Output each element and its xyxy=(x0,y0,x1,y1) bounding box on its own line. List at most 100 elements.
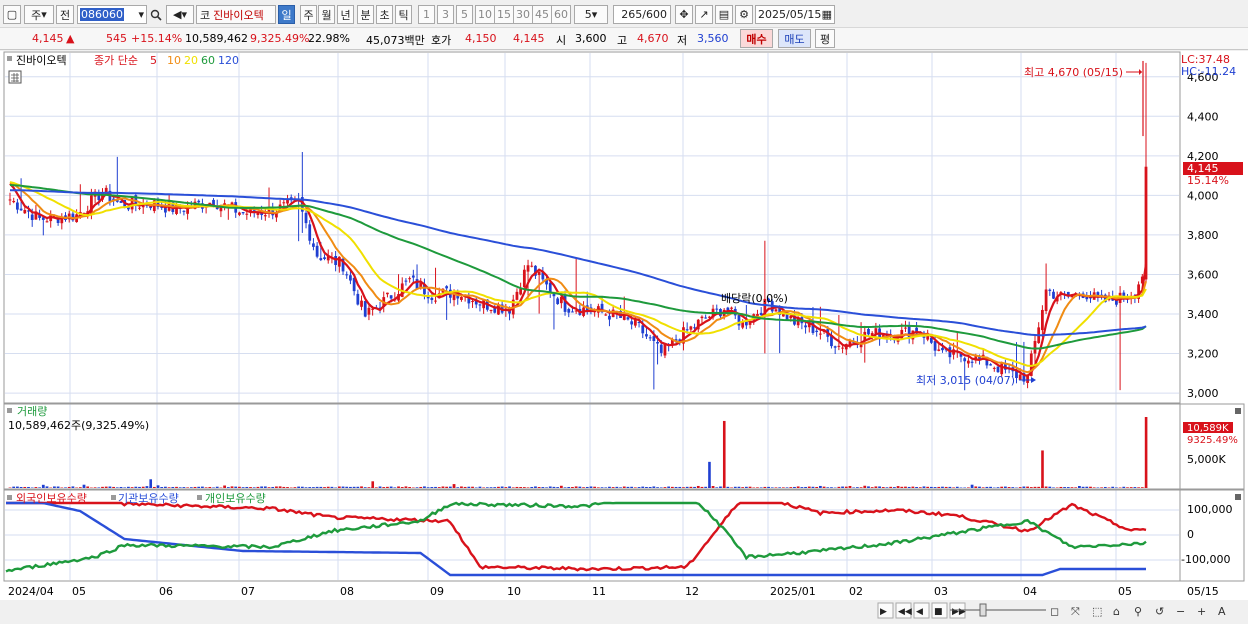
date-field[interactable]: 2025/05/15▦ xyxy=(755,5,835,24)
volume-bar xyxy=(1008,487,1011,488)
volume-bar xyxy=(664,487,667,488)
chart-tool-icon[interactable]: + xyxy=(1197,605,1206,618)
ma-label: 종가 단순 xyxy=(94,54,138,67)
volume-bar xyxy=(808,487,811,488)
chart-tool-icon[interactable]: ⌂ xyxy=(1113,605,1120,618)
chart-tool-icon[interactable]: ⚲ xyxy=(1134,605,1142,618)
candle-body xyxy=(941,348,944,350)
buy-button[interactable]: 매수 xyxy=(740,29,773,48)
minute-tab[interactable]: 45 xyxy=(532,5,552,24)
volume-bar xyxy=(449,487,452,488)
search-icon[interactable] xyxy=(148,5,164,24)
candle-body xyxy=(627,317,630,319)
prev-button[interactable]: 전 xyxy=(56,5,74,24)
period-tab[interactable]: 분 xyxy=(357,5,374,24)
period-tab[interactable]: 틱 xyxy=(395,5,412,24)
minute-tab[interactable]: 3 xyxy=(437,5,454,24)
grid-lines xyxy=(5,53,1179,580)
volume-bar xyxy=(123,487,126,488)
holdings-tick-bottom: -100,000 xyxy=(1181,553,1230,566)
volume-bar xyxy=(812,487,815,488)
minute-tab[interactable]: 30 xyxy=(513,5,533,24)
volume-bar xyxy=(1023,487,1026,488)
chart-tool-icon[interactable]: − xyxy=(1176,605,1185,618)
volume-bar xyxy=(771,487,774,488)
volume-spike xyxy=(371,481,374,488)
chart-tool-icon[interactable]: A xyxy=(1218,605,1226,618)
sell-button[interactable]: 매도 xyxy=(778,29,811,48)
speaker-icon[interactable]: ◀▾ xyxy=(166,5,194,24)
period-tab[interactable]: 년 xyxy=(337,5,354,24)
volume-bar xyxy=(134,487,137,488)
volume-bar xyxy=(830,487,833,488)
candle-body xyxy=(197,201,200,203)
minute-tab[interactable]: 5 xyxy=(456,5,473,24)
data-count-field[interactable]: 265/600 xyxy=(613,5,671,24)
candle-body xyxy=(445,286,448,288)
volume-bar xyxy=(1034,487,1037,488)
zoom-slider-handle[interactable] xyxy=(980,604,986,616)
candle-body xyxy=(641,325,644,333)
crosshair-icon[interactable]: ✥ xyxy=(675,5,693,24)
minute-tab[interactable]: 1 xyxy=(418,5,435,24)
chart-tool-icon[interactable]: ↺ xyxy=(1155,605,1164,618)
volume-bar xyxy=(527,487,530,488)
candle-body xyxy=(364,301,367,317)
minute-tab[interactable]: 10 xyxy=(475,5,495,24)
holdings-close-icon[interactable] xyxy=(1235,494,1241,500)
volume-bar xyxy=(423,486,426,488)
candle-body xyxy=(645,334,648,336)
window-icon[interactable]: ▢ xyxy=(3,5,21,24)
candle-body xyxy=(20,209,23,211)
volume-bar xyxy=(479,487,482,488)
eval-button[interactable]: 평 xyxy=(815,29,835,48)
volume-bar xyxy=(560,486,563,488)
period-tab[interactable]: 초 xyxy=(376,5,393,24)
volume-bar xyxy=(112,487,115,488)
period-tab[interactable]: 일 xyxy=(278,5,295,24)
volume-bar xyxy=(1130,487,1133,488)
volume-close-icon[interactable] xyxy=(1235,408,1241,414)
volume-bar xyxy=(238,487,241,488)
minute-tab[interactable]: 15 xyxy=(494,5,514,24)
volume-bar xyxy=(430,487,433,488)
period-tab[interactable]: 월 xyxy=(318,5,335,24)
volume-bar xyxy=(301,487,304,488)
up-arrow-icon: ▲ xyxy=(66,32,74,45)
calendar-icon[interactable]: ▦ xyxy=(822,8,832,21)
gear-icon[interactable]: ⚙ xyxy=(735,5,753,24)
stock-code-input[interactable]: 086060 ▾ xyxy=(77,5,147,24)
minute-tab[interactable]: 60 xyxy=(551,5,571,24)
candle-body xyxy=(1145,167,1148,280)
candle-body xyxy=(31,215,34,220)
candle-body xyxy=(775,309,778,311)
volume-value-text: 10,589,462주(9,325.49%) xyxy=(8,419,149,432)
candle-body xyxy=(904,328,907,329)
volume-bar xyxy=(419,487,422,488)
volume-bar xyxy=(1048,487,1051,488)
volume-bar xyxy=(686,487,689,488)
minute-value-select[interactable]: 5▾ xyxy=(574,5,608,24)
chart-tool-icon[interactable]: ⬚ xyxy=(1092,605,1102,618)
chart-tool-icon[interactable]: ◻ xyxy=(1050,605,1059,618)
candle-body xyxy=(523,270,526,287)
candle-body xyxy=(704,317,707,318)
volume-bar xyxy=(656,487,659,488)
market-select[interactable]: 주▾ xyxy=(24,5,54,24)
volume-bar xyxy=(538,487,541,488)
save-icon[interactable]: ▤ xyxy=(715,5,733,24)
volume-bar xyxy=(397,486,400,488)
volume-bar xyxy=(627,487,630,488)
trend-tool-icon[interactable]: ↗ xyxy=(695,5,713,24)
stock-chart[interactable]: 3,0003,2003,4003,6003,8004,0004,2004,400… xyxy=(0,51,1248,621)
volume-bar xyxy=(467,487,470,488)
chart-area[interactable]: 3,0003,2003,4003,6003,8004,0004,2004,400… xyxy=(0,51,1248,621)
chart-tool-icon[interactable]: ⤧ xyxy=(1071,605,1080,618)
period-tab[interactable]: 주 xyxy=(300,5,317,24)
volume-bar xyxy=(760,487,763,488)
volume-bar xyxy=(160,487,163,488)
candle-body xyxy=(934,341,937,351)
candle-body xyxy=(16,203,19,210)
candle-body xyxy=(390,295,393,298)
candle-body xyxy=(308,224,311,240)
